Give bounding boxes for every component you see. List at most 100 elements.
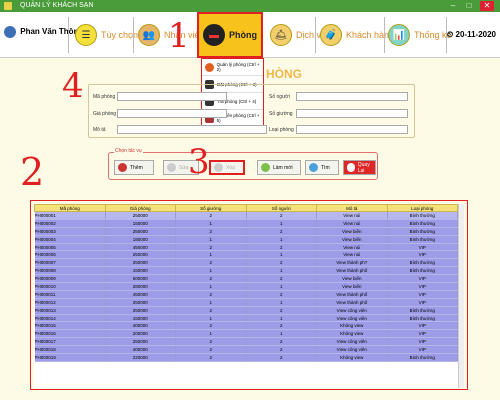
table-cell: PH000018 — [34, 345, 106, 355]
room-table: Mã phòng Giá phòng Số giường Số người Mô… — [34, 204, 464, 388]
table-cell: View núi — [316, 211, 388, 220]
table-cell: 1 — [246, 266, 317, 276]
table-cell: VIP — [387, 329, 458, 339]
maximize-button[interactable]: □ — [462, 1, 476, 11]
table-row[interactable]: PH000019 220000 2 2 Không view Bình thường — [34, 353, 458, 362]
table-cell: 1 — [246, 314, 317, 323]
menu-item-label: Quản lý phòng (Ctrl + 2) — [216, 62, 260, 72]
search-button[interactable]: Tìm — [305, 160, 339, 175]
window-title: QUẢN LÝ KHÁCH SẠN — [20, 2, 94, 9]
divider — [68, 17, 69, 53]
menu-thong-ke[interactable]: 📊 Thống kê — [388, 17, 452, 53]
search-icon — [309, 163, 318, 172]
table-row[interactable]: PH000002 150000 1 1 View núi Bình thường — [34, 219, 458, 228]
table-row[interactable]: PH000017 250000 2 2 View công viên VIP — [34, 337, 458, 347]
so-nguoi-input[interactable] — [296, 92, 408, 101]
table-row[interactable]: PH000018 400000 2 2 View công viên VIP — [34, 345, 458, 355]
menu-label: Khách hàng — [346, 30, 395, 40]
menu-dich-vu[interactable]: 🛎 Dịch vụ — [270, 17, 326, 53]
table-cell: View biển — [316, 227, 388, 236]
customer-icon: 🧳 — [320, 24, 342, 46]
table-cell: PH000005 — [34, 243, 106, 252]
table-cell: View thành phố — [316, 266, 388, 276]
column-header[interactable]: Số người — [245, 204, 317, 212]
table-cell: 1 — [175, 282, 247, 291]
table-cell: Bình thường — [387, 227, 458, 236]
table-row[interactable]: PH000006 250000 1 1 View núi VIP — [34, 250, 458, 260]
table-row[interactable]: PH000011 450000 2 2 View thành phố VIP — [34, 290, 458, 299]
table-cell: 150000 — [105, 314, 176, 323]
menu-khach-hang[interactable]: 🧳 Khách hàng — [320, 17, 394, 53]
table-row[interactable]: PH000003 250000 2 2 View biển Bình thường — [34, 227, 458, 236]
table-row[interactable]: PH000005 450000 2 2 View núi VIP — [34, 243, 458, 252]
minimize-button[interactable]: – — [446, 1, 460, 11]
button-label: Quay Lại — [357, 161, 370, 174]
refresh-button[interactable]: Làm mới — [257, 160, 301, 175]
table-cell: View núi — [316, 243, 388, 252]
menu-tuy-chon[interactable]: ☰ Tùy chọn — [75, 17, 138, 53]
add-button[interactable]: Thêm — [114, 160, 154, 175]
table-cell: View công viên — [316, 337, 388, 347]
column-header[interactable]: Mã phòng — [34, 204, 106, 212]
table-row[interactable]: PH000016 200000 1 1 Không view VIP — [34, 329, 458, 339]
table-cell: 1 — [246, 219, 317, 228]
table-cell: 200000 — [105, 329, 176, 339]
table-cell: 250000 — [105, 211, 176, 220]
table-cell: PH000003 — [34, 227, 106, 236]
column-header[interactable]: Giá phòng — [104, 204, 176, 212]
table-cell: 2 — [175, 306, 247, 315]
table-row[interactable]: PH000012 250000 1 1 View thành phố VIP — [34, 298, 458, 307]
menu-item-quan-ly-phong[interactable]: Quản lý phòng (Ctrl + 2) — [202, 59, 263, 76]
table-cell: 2 — [175, 321, 247, 331]
table-cell: PH000007 — [34, 258, 106, 268]
delete-icon — [214, 163, 223, 172]
column-header[interactable]: Mô tả — [316, 204, 388, 212]
table-cell: VIP — [387, 274, 458, 284]
table-row[interactable]: PH000014 150000 1 1 View công viên Bình thườn… — [34, 314, 458, 323]
room-icon — [205, 62, 214, 72]
table-cell: 1 — [175, 266, 247, 276]
table-row[interactable]: PH000008 150000 1 1 View thành phố Bình thườn… — [34, 266, 458, 276]
table-row[interactable]: PH000009 500000 2 2 View biển VIP — [34, 274, 458, 284]
table-cell: 1 — [246, 282, 317, 291]
loai-phong-label: Loại phòng — [269, 127, 294, 133]
table-cell: PH000004 — [34, 235, 106, 244]
back-button[interactable]: Quay Lại — [343, 160, 376, 175]
table-cell: PH000006 — [34, 250, 106, 260]
column-header[interactable]: Loại phòng — [386, 204, 458, 212]
close-button[interactable]: ✕ — [480, 1, 494, 11]
ma-phong-label: Mã phòng — [93, 94, 116, 100]
ma-phong-input[interactable] — [117, 92, 227, 101]
table-row[interactable]: PH000015 400000 2 2 Không view VIP — [34, 321, 458, 331]
table-cell: Bình thường — [387, 353, 458, 362]
so-giuong-input[interactable] — [296, 109, 408, 118]
table-row[interactable]: PH000004 180000 1 1 View biển Bình thường — [34, 235, 458, 244]
table-cell: PH000010 — [34, 282, 106, 291]
vertical-scrollbar[interactable] — [458, 204, 464, 388]
table-cell: VIP — [387, 243, 458, 252]
so-giuong-label: Số giường — [269, 111, 293, 117]
column-header[interactable]: Số giường — [175, 204, 247, 212]
menu-phong[interactable]: ▬ Phòng — [197, 12, 263, 58]
table-cell: 450000 — [105, 290, 176, 299]
loai-phong-select[interactable] — [296, 125, 408, 134]
table-cell: 250000 — [105, 250, 176, 260]
annotation-4: 4 — [62, 66, 84, 106]
table-cell: 1 — [175, 235, 247, 244]
exit-icon — [347, 163, 355, 172]
delete-button[interactable]: Xóa — [209, 160, 245, 175]
table-cell: VIP — [387, 290, 458, 299]
gia-phong-input[interactable] — [117, 109, 227, 118]
mo-ta-input[interactable] — [117, 125, 267, 134]
table-cell: Bình thường — [387, 211, 458, 220]
edit-icon — [167, 163, 176, 172]
table-row[interactable]: PH000010 280000 1 1 View biển VIP — [34, 282, 458, 291]
page-title: HÒNG — [266, 67, 302, 81]
table-cell: VIP — [387, 321, 458, 331]
table-row[interactable]: PH000001 250000 2 2 View núi Bình thường — [34, 211, 458, 220]
action-group-label: Chọn tác vụ — [114, 148, 143, 154]
table-cell: View núi — [316, 250, 388, 260]
table-row[interactable]: PH000007 250000 2 2 View thành ph? Bình thườn… — [34, 258, 458, 268]
table-cell: Bình thường — [387, 219, 458, 228]
table-row[interactable]: PH000013 250000 2 2 View công viên Bình thườn… — [34, 306, 458, 315]
